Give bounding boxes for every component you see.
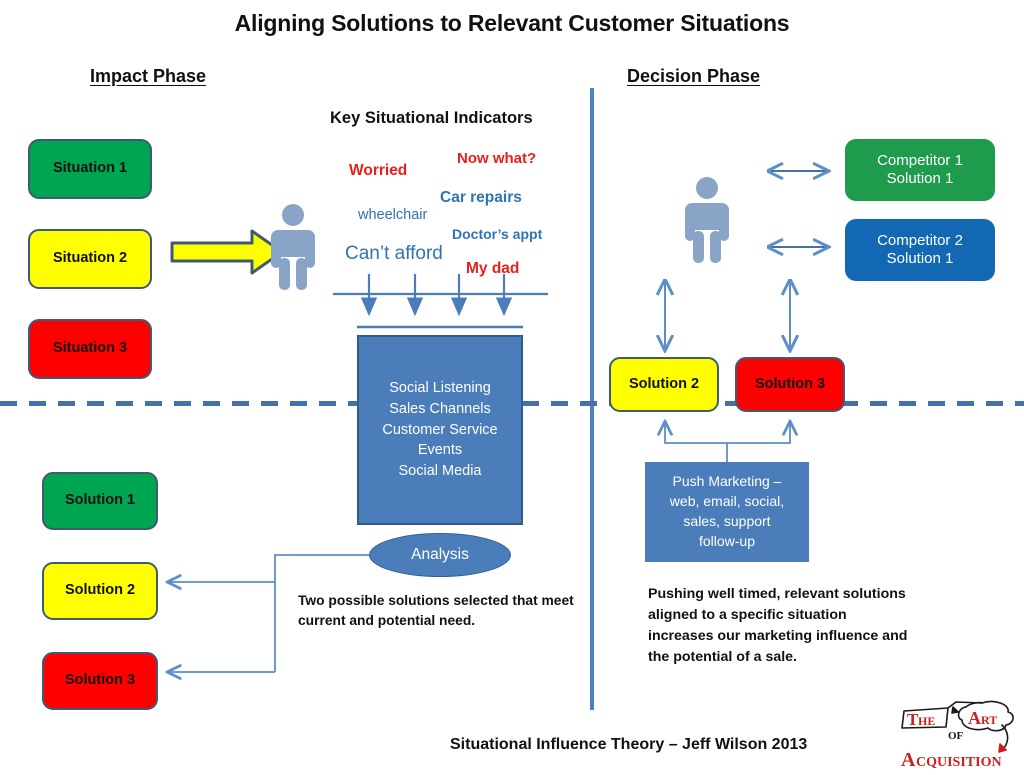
indicator-cant-afford: Can’t afford bbox=[345, 243, 443, 264]
svg-text:RT: RT bbox=[981, 713, 997, 727]
indicator-my-dad: My dad bbox=[466, 260, 520, 277]
push-marketing-line: follow-up bbox=[698, 532, 755, 549]
svg-text:CQUISITION: CQUISITION bbox=[916, 755, 1002, 770]
competitor-2-box[interactable]: Competitor 2 Solution 1 bbox=[845, 219, 995, 281]
art-of-acquisition-logo: T HE A RT A CQUISITION OF bbox=[901, 700, 1014, 770]
svg-text:A: A bbox=[901, 749, 916, 770]
competitor-1-name: Competitor 1 bbox=[877, 152, 963, 170]
push-marketing-line: Push Marketing – bbox=[672, 473, 782, 490]
person-icon-impact bbox=[271, 204, 315, 290]
key-situational-indicators-heading: Key Situational Indicators bbox=[330, 109, 533, 127]
decision-phase-heading: Decision Phase bbox=[627, 66, 761, 86]
vertical-phase-divider bbox=[590, 88, 594, 710]
page-title: Aligning Solutions to Relevant Customer … bbox=[234, 10, 790, 36]
indicator-wheelchair: wheelchair bbox=[358, 207, 428, 223]
push-to-solutions-connector bbox=[665, 422, 790, 462]
indicator-car-repairs: Car repairs bbox=[440, 189, 522, 206]
indicator-now-what: Now what? bbox=[457, 150, 537, 167]
logo-of-text: OF bbox=[948, 730, 964, 742]
competitor-2-solution: Solution 1 bbox=[886, 250, 954, 267]
channels-list: Social Listening Sales Channels Customer… bbox=[382, 378, 497, 482]
competitor-2-name: Competitor 2 bbox=[877, 232, 963, 250]
channel-item: Sales Channels bbox=[389, 400, 491, 417]
situation-2-box[interactable]: Situation 2 bbox=[28, 229, 152, 289]
decision-solution-arrows bbox=[665, 282, 790, 350]
svg-text:A: A bbox=[968, 708, 981, 728]
situation-3-box[interactable]: Situation 3 bbox=[28, 319, 152, 379]
decision-solution-2-box[interactable]: Solution 2 bbox=[609, 357, 719, 412]
indicator-doctors-appt: Doctor’s appt bbox=[452, 226, 543, 242]
push-marketing-note: Pushing well timed, relevant solutions a… bbox=[648, 586, 908, 666]
channel-item: Customer Service bbox=[382, 421, 498, 438]
indicator-funnel bbox=[333, 274, 548, 329]
impact-block-arrow bbox=[170, 229, 284, 275]
channels-box: Social Listening Sales Channels Customer… bbox=[357, 335, 523, 525]
solution-1-box[interactable]: Solution 1 bbox=[42, 472, 158, 530]
competitor-compare-arrows bbox=[770, 171, 828, 247]
decision-solution-3-box[interactable]: Solution 3 bbox=[735, 357, 845, 412]
channel-item: Social Media bbox=[398, 463, 482, 480]
person-icon-decision bbox=[685, 177, 729, 263]
footer-caption: Situational Influence Theory – Jeff Wils… bbox=[450, 736, 808, 753]
competitor-1-solution: Solution 1 bbox=[886, 170, 954, 187]
push-marketing-box: Push Marketing – web, email, social, sal… bbox=[645, 462, 809, 562]
analysis-ellipse: Analysis bbox=[369, 533, 511, 577]
situation-1-box[interactable]: Situation 1 bbox=[28, 139, 152, 199]
indicator-worried: Worried bbox=[349, 162, 408, 179]
solution-2-box[interactable]: Solution 2 bbox=[42, 562, 158, 620]
diagram-canvas: Aligning Solutions to Relevant Customer … bbox=[0, 0, 1024, 775]
channel-item: Events bbox=[417, 442, 463, 459]
push-marketing-line: web, email, social, bbox=[669, 493, 785, 510]
channel-item: Social Listening bbox=[389, 380, 491, 397]
svg-text:HE: HE bbox=[918, 714, 935, 728]
analysis-note: Two possible solutions selected that mee… bbox=[298, 593, 574, 628]
push-marketing-list: Push Marketing – web, email, social, sal… bbox=[670, 472, 784, 552]
push-marketing-line: sales, support bbox=[683, 513, 771, 529]
impact-phase-heading: Impact Phase bbox=[90, 66, 207, 86]
solution-3-box[interactable]: Solution 3 bbox=[42, 652, 158, 710]
competitor-1-box[interactable]: Competitor 1 Solution 1 bbox=[845, 139, 995, 201]
